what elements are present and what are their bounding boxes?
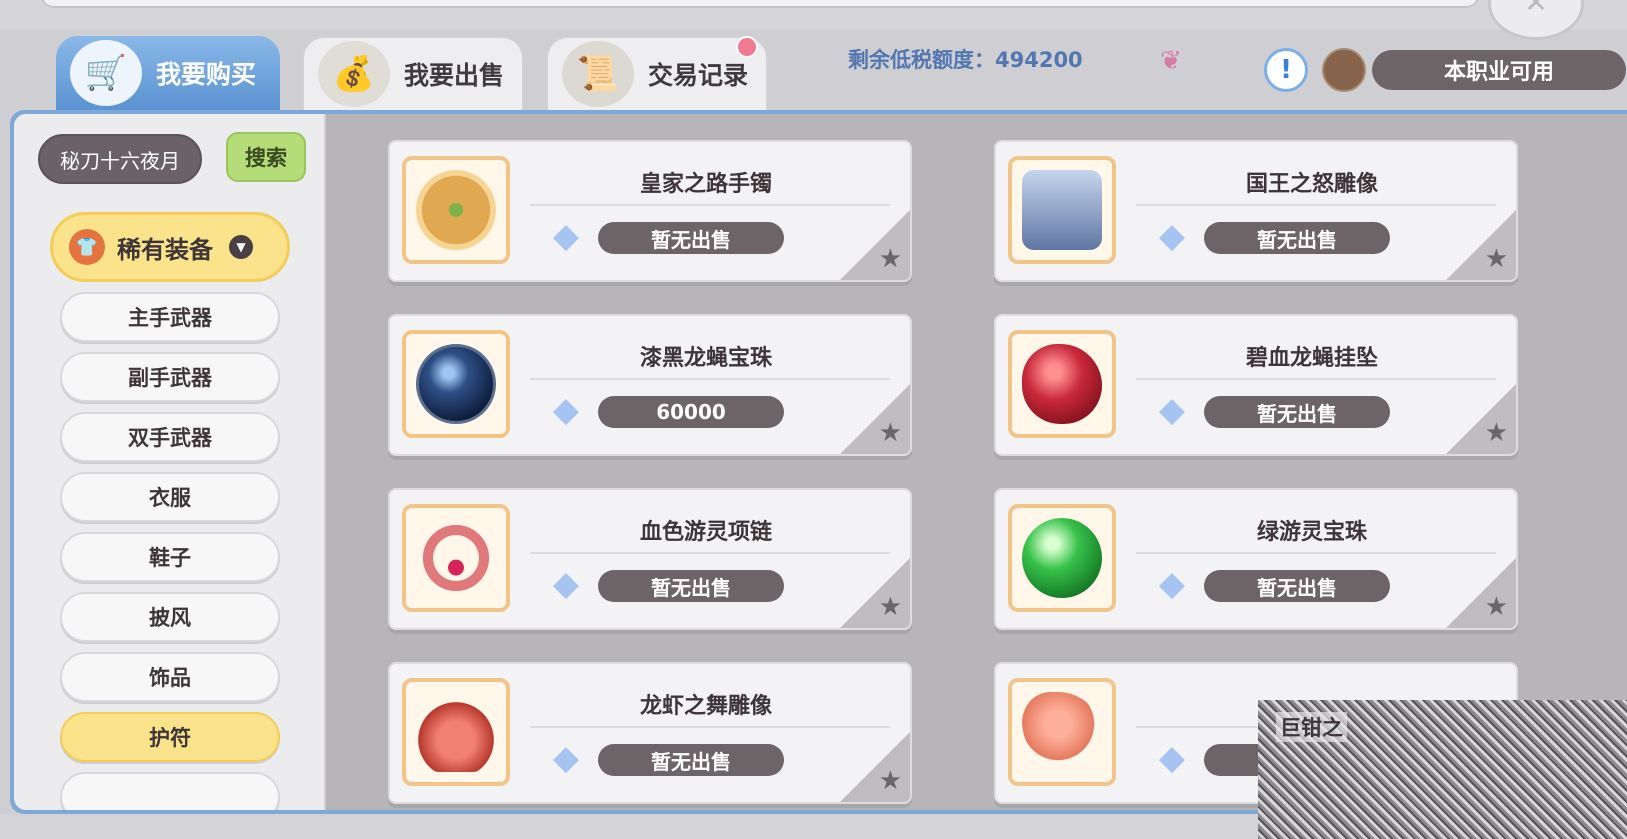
sidebar-item-clothes[interactable]: 衣服 <box>60 472 280 522</box>
diamond-icon: ◆ <box>552 390 580 430</box>
item-name: 漆黑龙蝇宝珠 <box>639 346 772 371</box>
item-icon-frame <box>402 156 510 264</box>
tab-sell-label: 我要出售 <box>404 61 505 90</box>
chevron-down-icon: ▼ <box>229 235 253 259</box>
star-icon[interactable]: ★ <box>879 766 902 796</box>
item-card[interactable]: 国王之怒雕像 ◆ 暂无出售 ★ <box>994 140 1518 282</box>
item-name: 国王之怒雕像 <box>1245 172 1378 197</box>
divider <box>530 204 890 206</box>
obscured-item-name: 巨钳之 <box>1276 712 1347 742</box>
item-icon-frame <box>402 504 510 612</box>
star-icon[interactable]: ★ <box>879 244 902 274</box>
item-name: 龙虾之舞雕像 <box>639 694 772 719</box>
sidebar-item-offhand-weapon[interactable]: 副手武器 <box>60 352 280 402</box>
item-name: 皇家之路手镯 <box>639 172 772 197</box>
sidebar: 秘刀十六夜月 搜索 👕 稀有装备 ▼ 主手武器 副手武器 双手武器 衣服 鞋子 … <box>14 114 326 810</box>
tab-buy[interactable]: 🛒 我要购买 <box>56 36 280 110</box>
job-filter-button[interactable]: 本职业可用 <box>1372 50 1626 90</box>
category-label: 稀有装备 <box>117 235 213 264</box>
necklace-icon <box>416 518 496 598</box>
shopping-cart-icon: 🛒 <box>70 40 142 106</box>
item-icon-frame <box>402 678 510 786</box>
item-card[interactable]: 碧血龙蝇挂坠 ◆ 暂无出售 ★ <box>994 314 1518 456</box>
tab-records[interactable]: 📜 交易记录 <box>546 36 768 110</box>
divider <box>1136 378 1496 380</box>
item-icon-frame <box>1008 156 1116 264</box>
sidebar-item-main-weapon[interactable]: 主手武器 <box>60 292 280 342</box>
lobster-statue-icon <box>416 692 496 772</box>
crown-statue-icon <box>1022 170 1102 250</box>
item-card[interactable]: 龙虾之舞雕像 ◆ 暂无出售 ★ <box>388 662 912 804</box>
diamond-icon: ◆ <box>552 564 580 604</box>
item-card[interactable]: 绿游灵宝珠 ◆ 暂无出售 ★ <box>994 488 1518 630</box>
top-bar <box>40 0 1480 8</box>
divider <box>530 726 890 728</box>
tab-records-label: 交易记录 <box>648 61 749 90</box>
item-card[interactable]: 漆黑龙蝇宝珠 ◆ 60000 ★ <box>388 314 912 456</box>
dark-orb-icon <box>416 344 496 424</box>
category-rare-equipment[interactable]: 👕 稀有装备 ▼ <box>50 212 290 282</box>
diamond-icon: ◆ <box>552 738 580 778</box>
divider <box>530 378 890 380</box>
tax-quota-label: 剩余低税额度：494200 <box>848 48 1083 72</box>
star-icon[interactable]: ★ <box>1485 244 1508 274</box>
star-icon[interactable]: ★ <box>1485 592 1508 622</box>
tab-sell[interactable]: 💰 我要出售 <box>302 36 524 110</box>
price-status: 暂无出售 <box>598 744 784 776</box>
price-status: 暂无出售 <box>598 222 784 254</box>
diamond-icon: ◆ <box>552 216 580 256</box>
bracelet-icon <box>416 170 496 250</box>
divider <box>1136 552 1496 554</box>
price-status: 暂无出售 <box>1204 222 1390 254</box>
star-icon[interactable]: ★ <box>1485 418 1508 448</box>
price-status: 暂无出售 <box>1204 570 1390 602</box>
diamond-icon: ◆ <box>1158 216 1186 256</box>
job-toggle-avatar[interactable] <box>1322 48 1366 92</box>
record-scroll-icon: 📜 <box>562 41 634 107</box>
diamond-icon: ◆ <box>1158 564 1186 604</box>
feather-icon[interactable]: ❦ <box>1160 46 1188 80</box>
shirt-icon: 👕 <box>69 229 105 265</box>
green-orb-icon <box>1022 518 1102 598</box>
diamond-icon: ◆ <box>1158 390 1186 430</box>
item-name: 血色游灵项链 <box>639 520 772 545</box>
price-status: 暂无出售 <box>1204 396 1390 428</box>
money-bag-icon: 💰 <box>318 41 390 107</box>
sidebar-item-amulet[interactable]: 护符 <box>60 712 280 762</box>
divider <box>530 552 890 554</box>
close-button[interactable]: ✕ <box>1488 0 1584 40</box>
search-input[interactable]: 秘刀十六夜月 <box>38 134 202 184</box>
divider <box>1136 204 1496 206</box>
price-status: 暂无出售 <box>598 570 784 602</box>
item-icon-frame <box>1008 678 1116 786</box>
search-button[interactable]: 搜索 <box>226 132 306 182</box>
red-pendant-icon <box>1022 344 1102 424</box>
item-card[interactable]: 血色游灵项链 ◆ 暂无出售 ★ <box>388 488 912 630</box>
info-icon[interactable]: ! <box>1264 48 1308 92</box>
item-name: 碧血龙蝇挂坠 <box>1245 346 1378 371</box>
sidebar-item-cloak[interactable]: 披风 <box>60 592 280 642</box>
price-value: 60000 <box>598 396 784 428</box>
diamond-icon: ◆ <box>1158 738 1186 778</box>
item-name: 绿游灵宝珠 <box>1256 520 1367 545</box>
sidebar-item-accessory[interactable]: 饰品 <box>60 652 280 702</box>
sidebar-item-shoes[interactable]: 鞋子 <box>60 532 280 582</box>
tab-buy-label: 我要购买 <box>156 60 257 89</box>
star-icon[interactable]: ★ <box>879 418 902 448</box>
close-icon: ✕ <box>1524 0 1548 19</box>
claw-icon <box>1022 692 1102 772</box>
sidebar-item-more[interactable] <box>60 772 280 810</box>
item-card[interactable]: 皇家之路手镯 ◆ 暂无出售 ★ <box>388 140 912 282</box>
item-icon-frame <box>402 330 510 438</box>
star-icon[interactable]: ★ <box>879 592 902 622</box>
item-icon-frame <box>1008 504 1116 612</box>
notification-dot <box>736 36 758 58</box>
item-icon-frame <box>1008 330 1116 438</box>
sidebar-item-twohand-weapon[interactable]: 双手武器 <box>60 412 280 462</box>
